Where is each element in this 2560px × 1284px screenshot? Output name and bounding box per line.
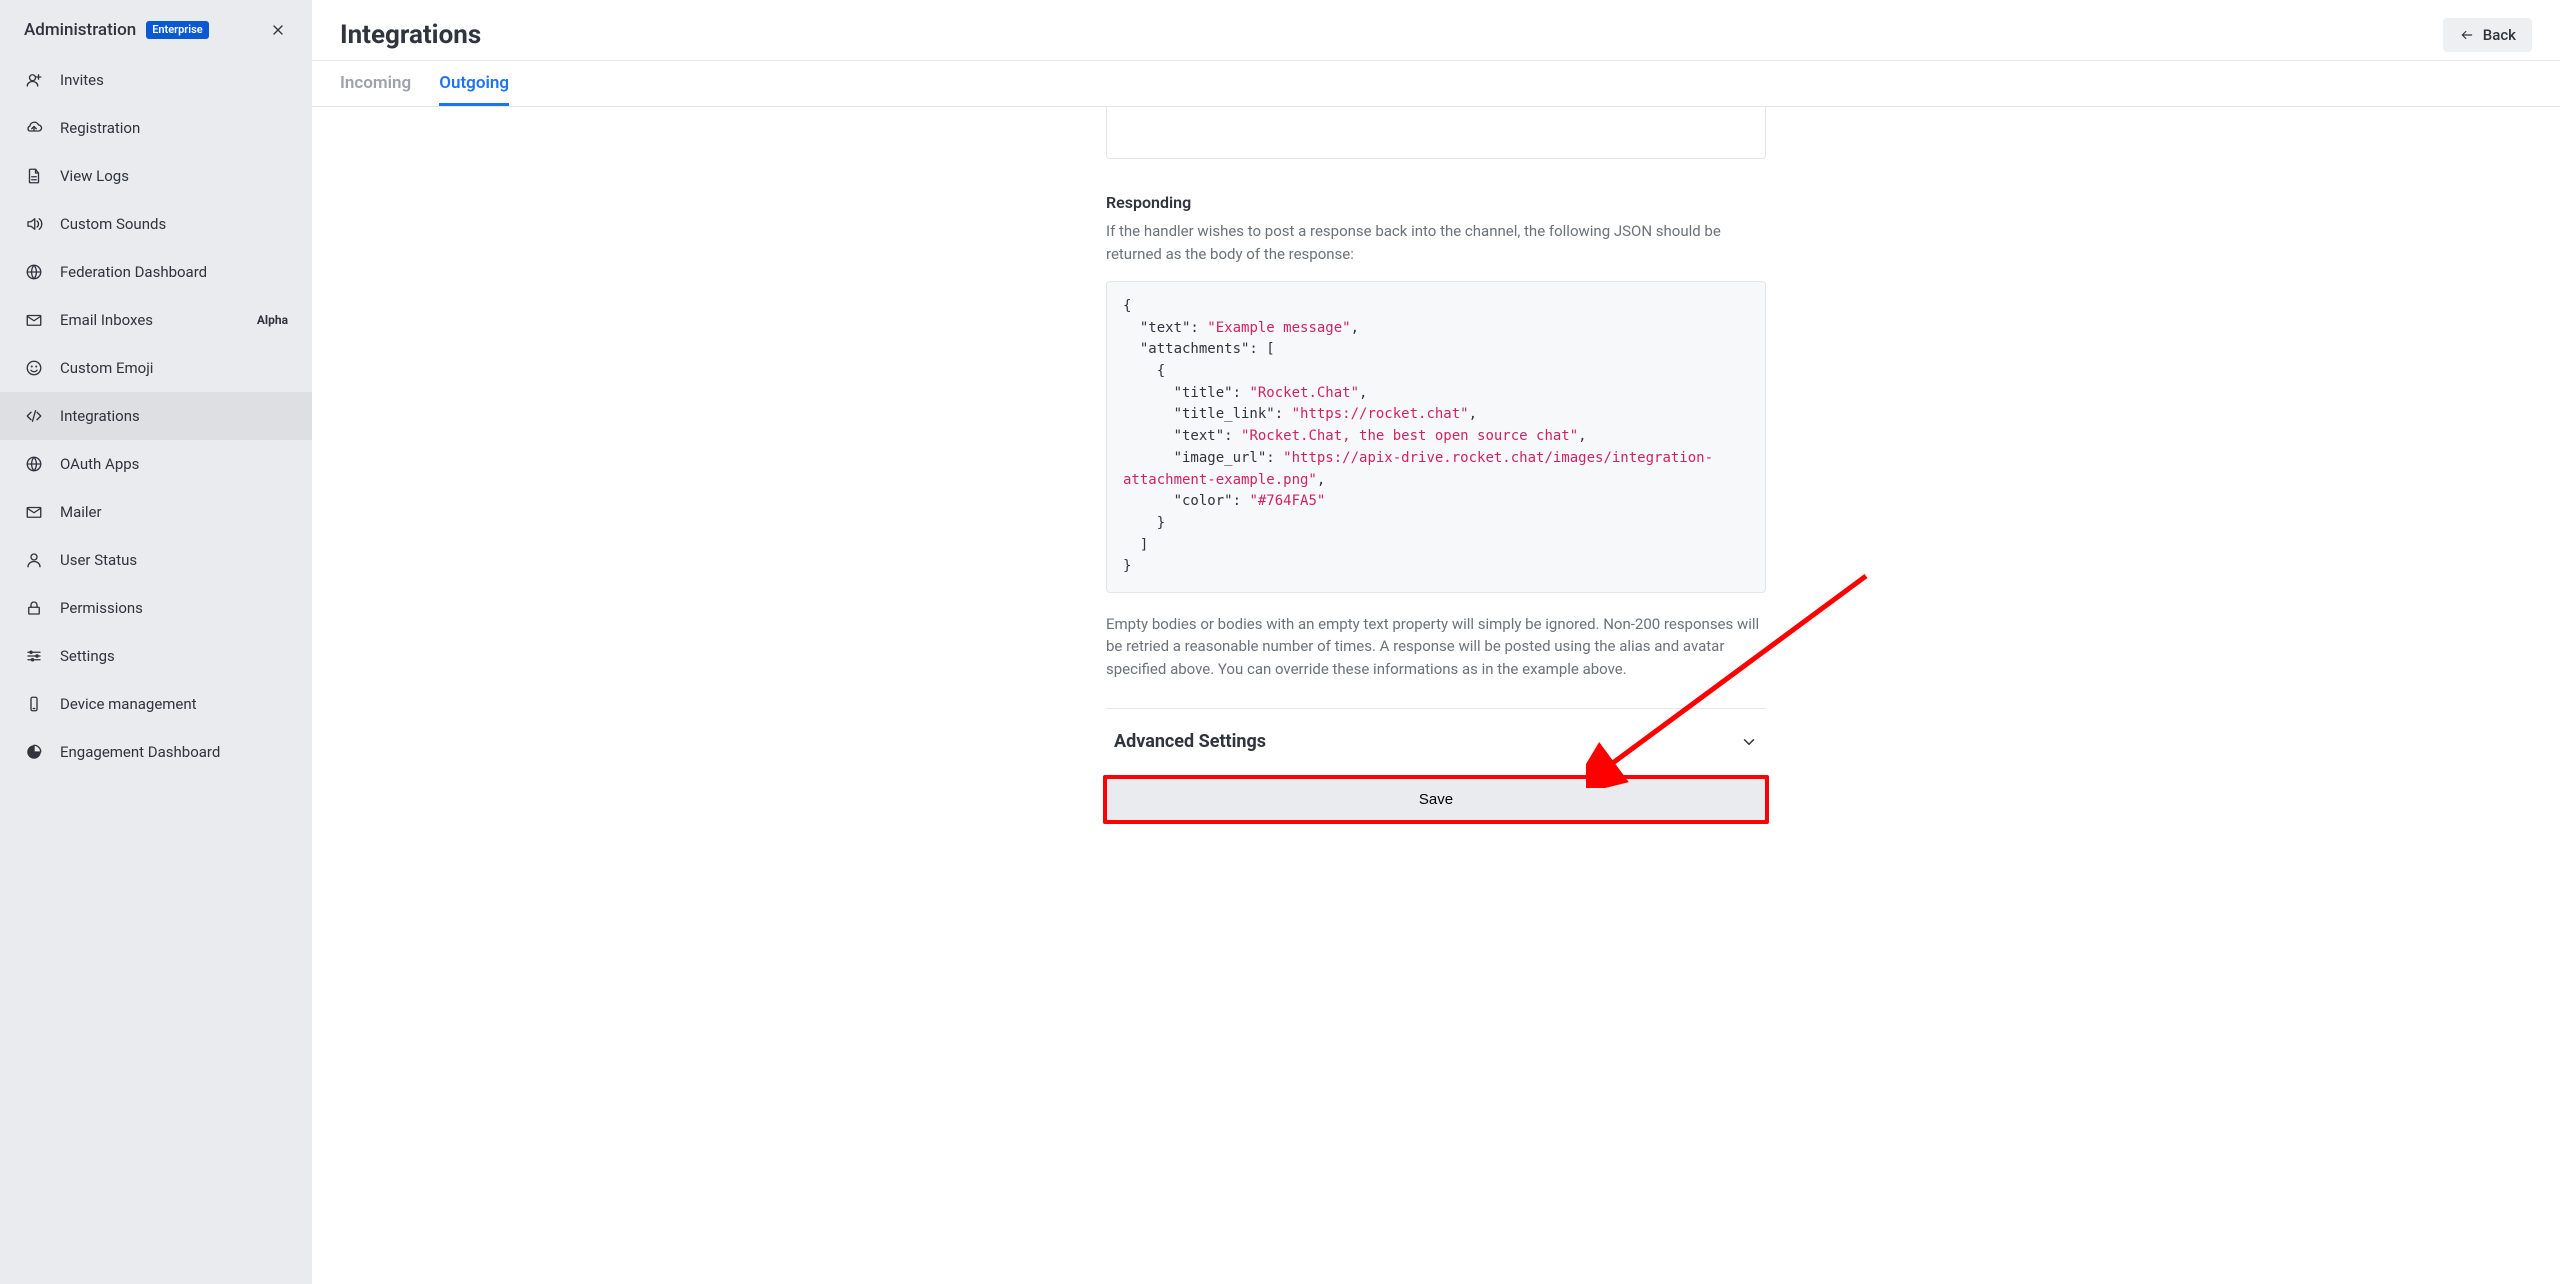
sidebar-item-label: Invites [60, 71, 288, 89]
sidebar-item-label: Mailer [60, 503, 288, 521]
sidebar-title: Administration [24, 20, 136, 40]
sidebar-item-mailer[interactable]: Mailer [0, 488, 312, 536]
back-label: Back [2483, 26, 2516, 44]
sidebar-item-label: View Logs [60, 167, 288, 185]
sliders-icon [24, 646, 44, 666]
sidebar-item-registration[interactable]: Registration [0, 104, 312, 152]
device-icon [24, 694, 44, 714]
main-panel: Integrations Back Incoming Outgoing Resp… [312, 0, 2560, 1284]
sidebar-item-label: User Status [60, 551, 288, 569]
responding-json-code: { "text": "Example message", "attachment… [1106, 281, 1766, 593]
save-label: Save [1419, 791, 1453, 808]
sidebar-item-custom-sounds[interactable]: Custom Sounds [0, 200, 312, 248]
responding-help: If the handler wishes to post a response… [1106, 220, 1766, 265]
lock-icon [24, 598, 44, 618]
sidebar-item-label: Registration [60, 119, 288, 137]
sidebar-item-label: Permissions [60, 599, 288, 617]
code-icon [24, 406, 44, 426]
sidebar-item-settings[interactable]: Settings [0, 632, 312, 680]
sidebar-item-label: OAuth Apps [60, 455, 288, 473]
tab-incoming[interactable]: Incoming [340, 61, 411, 106]
sidebar-item-label: Settings [60, 647, 288, 665]
arrow-left-icon [2459, 28, 2475, 42]
sidebar-item-user-status[interactable]: User Status [0, 536, 312, 584]
chevron-down-icon [1740, 733, 1758, 751]
globe-icon [24, 454, 44, 474]
pie-icon [24, 742, 44, 762]
sidebar-nav: Invites Registration View Logs Custom Sound… [0, 56, 312, 1284]
advanced-settings-title: Advanced Settings [1114, 731, 1266, 752]
sidebar-item-label: Custom Emoji [60, 359, 288, 377]
sidebar-item-permissions[interactable]: Permissions [0, 584, 312, 632]
sidebar-item-label: Custom Sounds [60, 215, 288, 233]
mail-icon [24, 502, 44, 522]
user-icon [24, 550, 44, 570]
sidebar-item-label: Email Inboxes [60, 311, 241, 329]
sidebar-item-label: Engagement Dashboard [60, 743, 288, 761]
tabs: Incoming Outgoing [312, 61, 2560, 106]
textarea-preview-remainder [1106, 107, 1766, 159]
responding-label: Responding [1106, 193, 1766, 212]
sidebar-header: Administration Enterprise [0, 0, 312, 56]
file-icon [24, 166, 44, 186]
back-button[interactable]: Back [2443, 18, 2532, 52]
sidebar-item-tag: Alpha [257, 313, 288, 327]
close-button[interactable] [264, 16, 292, 44]
sidebar-item-device-management[interactable]: Device management [0, 680, 312, 728]
sidebar-item-custom-emoji[interactable]: Custom Emoji [0, 344, 312, 392]
sidebar-item-federation-dashboard[interactable]: Federation Dashboard [0, 248, 312, 296]
mail-icon [24, 310, 44, 330]
sidebar-item-label: Federation Dashboard [60, 263, 288, 281]
globe-icon [24, 262, 44, 282]
advanced-settings-toggle[interactable]: Advanced Settings [1106, 709, 1766, 774]
page-title: Integrations [340, 20, 481, 50]
close-icon [270, 22, 286, 38]
enterprise-badge: Enterprise [146, 21, 209, 39]
sidebar-item-oauth-apps[interactable]: OAuth Apps [0, 440, 312, 488]
emoji-icon [24, 358, 44, 378]
sidebar-item-label: Device management [60, 695, 288, 713]
sidebar-item-label: Integrations [60, 407, 288, 425]
sidebar-item-integrations[interactable]: Integrations [0, 392, 312, 440]
sidebar-item-view-logs[interactable]: View Logs [0, 152, 312, 200]
advanced-settings-accordion: Advanced Settings [1106, 708, 1766, 774]
content-scroll[interactable]: Responding If the handler wishes to post… [312, 107, 2560, 1284]
responding-footnote: Empty bodies or bodies with an empty tex… [1106, 613, 1766, 681]
volume-icon [24, 214, 44, 234]
page-header: Integrations Back [312, 0, 2560, 60]
tab-outgoing[interactable]: Outgoing [439, 61, 509, 106]
save-button[interactable]: Save [1106, 778, 1766, 821]
cloud-icon [24, 118, 44, 138]
sidebar-item-invites[interactable]: Invites [0, 56, 312, 104]
user-plus-icon [24, 70, 44, 90]
sidebar-item-email-inboxes[interactable]: Email Inboxes Alpha [0, 296, 312, 344]
sidebar-item-engagement-dashboard[interactable]: Engagement Dashboard [0, 728, 312, 776]
admin-sidebar: Administration Enterprise Invites Registr… [0, 0, 312, 1284]
